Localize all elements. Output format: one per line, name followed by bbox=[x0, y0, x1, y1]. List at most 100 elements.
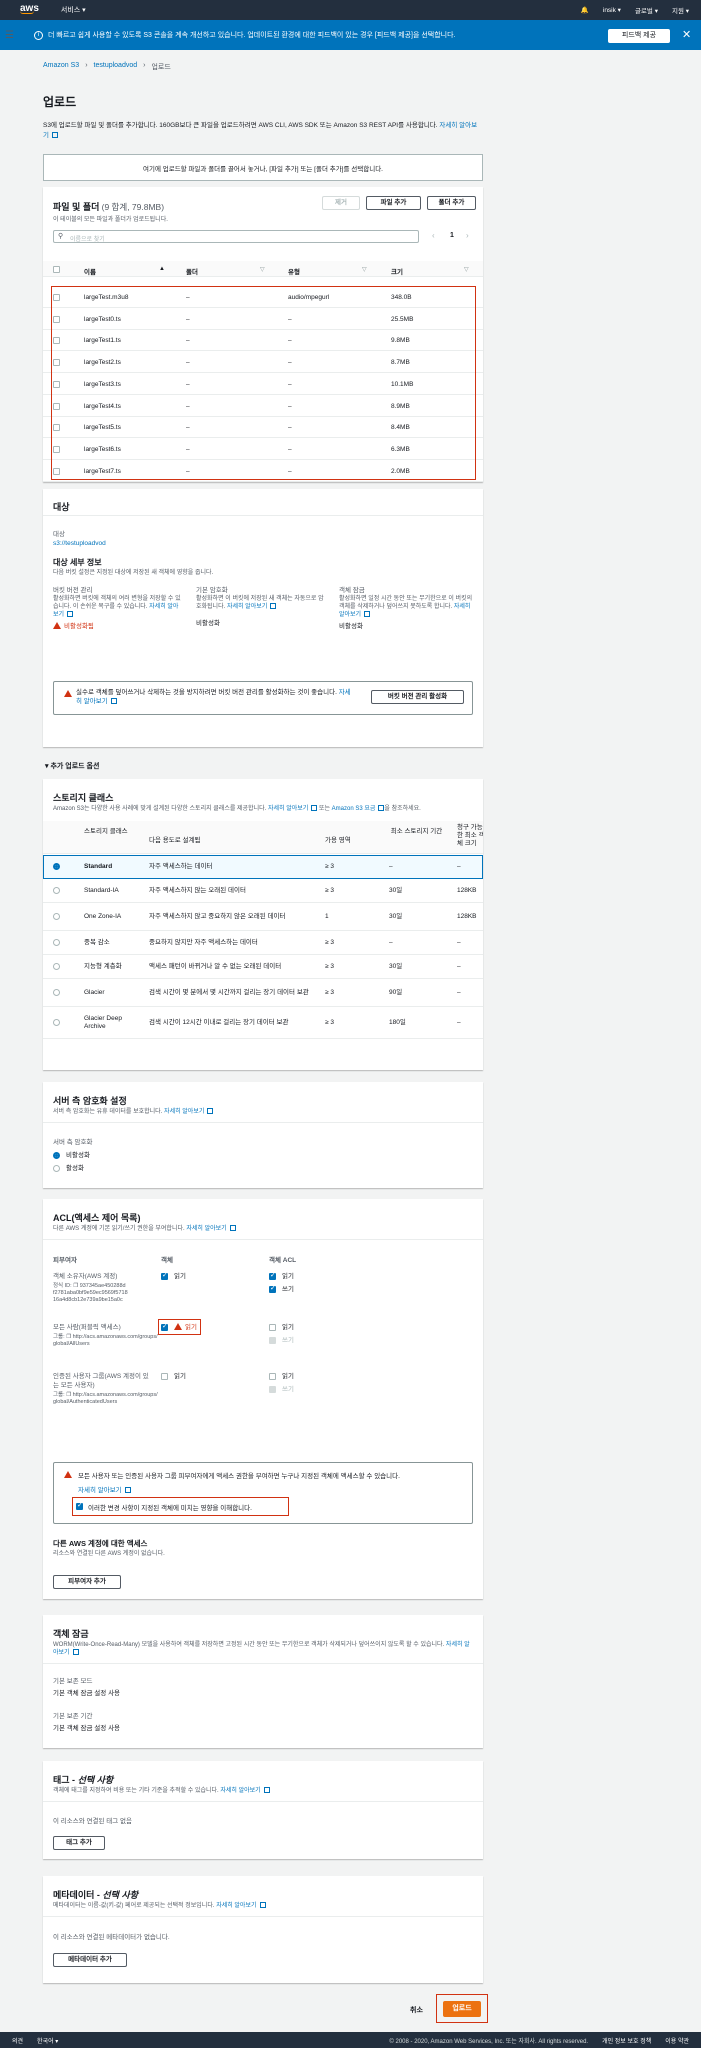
add-grantee-button[interactable]: 피부여자 추가 bbox=[53, 1575, 121, 1589]
menu-icon[interactable]: ☰ bbox=[5, 30, 14, 41]
sort-icon[interactable]: ▽ bbox=[362, 266, 367, 273]
user-menu[interactable]: insik ▾ bbox=[603, 6, 621, 14]
terms-link[interactable]: 이용 약관 bbox=[665, 2036, 689, 2045]
col-size[interactable]: 크기 bbox=[391, 266, 403, 276]
everyone-acl-read-checkbox[interactable] bbox=[269, 1324, 276, 1331]
row-checkbox[interactable] bbox=[53, 337, 60, 345]
feedback-button[interactable]: 피드백 제공 bbox=[608, 29, 670, 43]
storage-class-radio[interactable] bbox=[53, 863, 60, 870]
file-type: – bbox=[288, 380, 292, 388]
storage-desc: 검색 시간이 12시간 이내로 걸리는 장기 데이터 보관 bbox=[149, 1019, 289, 1026]
public-access-warning: 모든 사용자 또는 인증된 사용자 그룹 피부여자에게 액세스 권한을 부여하면… bbox=[53, 1462, 473, 1524]
add-metadata-button[interactable]: 메타데이터 추가 bbox=[53, 1953, 127, 1967]
row-checkbox[interactable] bbox=[53, 359, 60, 367]
region-menu[interactable]: 글로벌 ▾ bbox=[635, 5, 658, 15]
auth-acl-read-checkbox[interactable] bbox=[269, 1373, 276, 1380]
acl-learn-more-link[interactable]: 자세히 알아보기 bbox=[186, 1226, 226, 1232]
storage-class-radio[interactable] bbox=[53, 887, 60, 894]
everyone-acl-write-checkbox bbox=[269, 1337, 276, 1344]
select-all-checkbox[interactable] bbox=[53, 266, 60, 273]
add-files-button[interactable]: 파일 추가 bbox=[366, 196, 421, 210]
acknowledge-checkbox[interactable] bbox=[76, 1501, 83, 1510]
storage-class-radio[interactable] bbox=[53, 913, 60, 920]
col-type[interactable]: 유형 bbox=[288, 266, 300, 276]
storage-name: Standard-IA bbox=[84, 887, 119, 894]
add-tag-button[interactable]: 태그 추가 bbox=[53, 1836, 105, 1850]
add-folder-button[interactable]: 폴더 추가 bbox=[427, 196, 476, 210]
storage-name: 중복 감소 bbox=[84, 939, 110, 946]
copy-icon[interactable]: ❐ bbox=[66, 1334, 71, 1340]
drop-zone[interactable]: 여기에 업로드할 파일과 폴더를 끌어서 놓거나, [파일 추가] 또는 [폴더… bbox=[43, 154, 483, 181]
language-selector[interactable]: 한국어 ▾ bbox=[37, 2036, 58, 2045]
row-checkbox[interactable] bbox=[53, 380, 60, 388]
s3-pricing-link[interactable]: Amazon S3 요금 bbox=[332, 806, 376, 812]
encryption-learn-more-link[interactable]: 자세히 알아보기 bbox=[227, 604, 267, 610]
sort-icon[interactable]: ▽ bbox=[464, 266, 469, 273]
file-type: – bbox=[288, 315, 292, 323]
everyone-read-checkbox[interactable] bbox=[161, 1322, 168, 1331]
owner-acl-read-checkbox[interactable] bbox=[269, 1271, 276, 1280]
destination-title: 대상 bbox=[53, 502, 70, 512]
breadcrumb-bucket[interactable]: testuploadvod bbox=[94, 62, 138, 72]
file-name: largeTest7.ts bbox=[84, 467, 121, 475]
storage-class-radio[interactable] bbox=[53, 963, 60, 970]
privacy-link[interactable]: 개인 정보 보호 정책 bbox=[602, 2036, 651, 2045]
destination-link[interactable]: s3://testuploadvod bbox=[53, 539, 106, 548]
owner-acl-write-checkbox[interactable] bbox=[269, 1284, 276, 1293]
enable-versioning-button[interactable]: 버킷 버전 관리 활성화 bbox=[371, 690, 464, 704]
storage-class-radio[interactable] bbox=[53, 989, 60, 996]
services-menu[interactable]: 서비스 ▾ bbox=[61, 5, 86, 15]
row-checkbox[interactable] bbox=[53, 424, 60, 432]
next-page-icon[interactable]: › bbox=[466, 231, 469, 240]
remove-button[interactable]: 제거 bbox=[322, 196, 360, 210]
footer: 의견 한국어 ▾ © 2008 - 2020, Amazon Web Servi… bbox=[0, 2032, 701, 2048]
col-folder[interactable]: 폴더 bbox=[186, 266, 198, 276]
cancel-button[interactable]: 취소 bbox=[410, 2005, 423, 2015]
auth-read-checkbox[interactable] bbox=[161, 1373, 168, 1380]
additional-options-toggle[interactable]: ▾ 추가 업로드 옵션 bbox=[45, 761, 99, 771]
bell-icon[interactable]: 🔔 bbox=[581, 6, 589, 14]
object-lock-info: 객체 잠금 활성화하면 일정 시간 동안 또는 무기한으로 이 버킷의 객체를 … bbox=[339, 587, 473, 630]
upload-button[interactable]: 업로드 bbox=[443, 2001, 481, 2017]
auth-acl-write-checkbox bbox=[269, 1386, 276, 1393]
storage-desc: 자주 액세스하지 않고 중요하지 않은 오래된 데이터 bbox=[149, 913, 286, 920]
file-type: – bbox=[288, 424, 292, 432]
tags-learn-more-link[interactable]: 자세히 알아보기 bbox=[220, 1788, 260, 1794]
feedback-link[interactable]: 의견 bbox=[12, 2036, 23, 2045]
sort-icon[interactable]: ▽ bbox=[260, 266, 265, 273]
metadata-learn-more-link[interactable]: 자세히 알아보기 bbox=[216, 1903, 256, 1909]
sse-disable-radio[interactable] bbox=[53, 1152, 60, 1159]
copy-icon[interactable]: ❐ bbox=[66, 1392, 71, 1398]
file-type: – bbox=[288, 402, 292, 410]
sort-asc-icon[interactable]: ▲ bbox=[159, 266, 165, 272]
sse-enable-radio[interactable] bbox=[53, 1165, 60, 1172]
close-icon[interactable]: ✕ bbox=[682, 28, 691, 41]
copy-icon[interactable]: ❐ bbox=[73, 1283, 78, 1289]
search-input[interactable]: ⚲ 이름으로 찾기 bbox=[53, 230, 419, 243]
row-checkbox[interactable] bbox=[53, 467, 60, 475]
storage-desc: 자주 액세스하는 데이터 bbox=[149, 863, 213, 870]
owner-read-checkbox[interactable] bbox=[161, 1271, 168, 1280]
storage-learn-more-link[interactable]: 자세히 알아보기 bbox=[268, 806, 308, 812]
sse-learn-more-link[interactable]: 자세히 알아보기 bbox=[164, 1109, 204, 1115]
encryption-info: 기본 암호화 활성화하면 이 버킷에 저장된 새 객체는 자동으로 암호화됩니다… bbox=[196, 587, 324, 627]
breadcrumb-s3[interactable]: Amazon S3 bbox=[43, 62, 79, 72]
storage-size: – bbox=[457, 939, 461, 946]
support-menu[interactable]: 지원 ▾ bbox=[672, 5, 689, 15]
prev-page-icon[interactable]: ‹ bbox=[432, 231, 435, 240]
row-checkbox[interactable] bbox=[53, 402, 60, 410]
warning-icon bbox=[174, 1323, 182, 1330]
acl-warning-learn-more-link[interactable]: 자세히 알아보기 bbox=[78, 1487, 122, 1494]
storage-desc: 검색 시간이 몇 분에서 몇 시간까지 걸리는 장기 데이터 보관 bbox=[149, 989, 309, 996]
files-card: 파일 및 폴더 (9 합계, 79.8MB) 이 테이블의 모든 파일과 폴더가… bbox=[43, 187, 483, 482]
row-checkbox[interactable] bbox=[53, 294, 60, 301]
row-checkbox[interactable] bbox=[53, 315, 60, 323]
col-name[interactable]: 이름 bbox=[84, 266, 96, 276]
storage-class-radio[interactable] bbox=[53, 939, 60, 946]
row-checkbox[interactable] bbox=[53, 445, 60, 453]
files-subtitle: 이 테이블의 모든 파일과 폴더가 업로드됩니다. bbox=[53, 217, 168, 223]
page-number[interactable]: 1 bbox=[450, 232, 454, 239]
files-title: 파일 및 폴더 bbox=[53, 202, 100, 212]
aws-logo[interactable]: aws bbox=[20, 4, 39, 14]
storage-class-radio[interactable] bbox=[53, 1019, 60, 1026]
